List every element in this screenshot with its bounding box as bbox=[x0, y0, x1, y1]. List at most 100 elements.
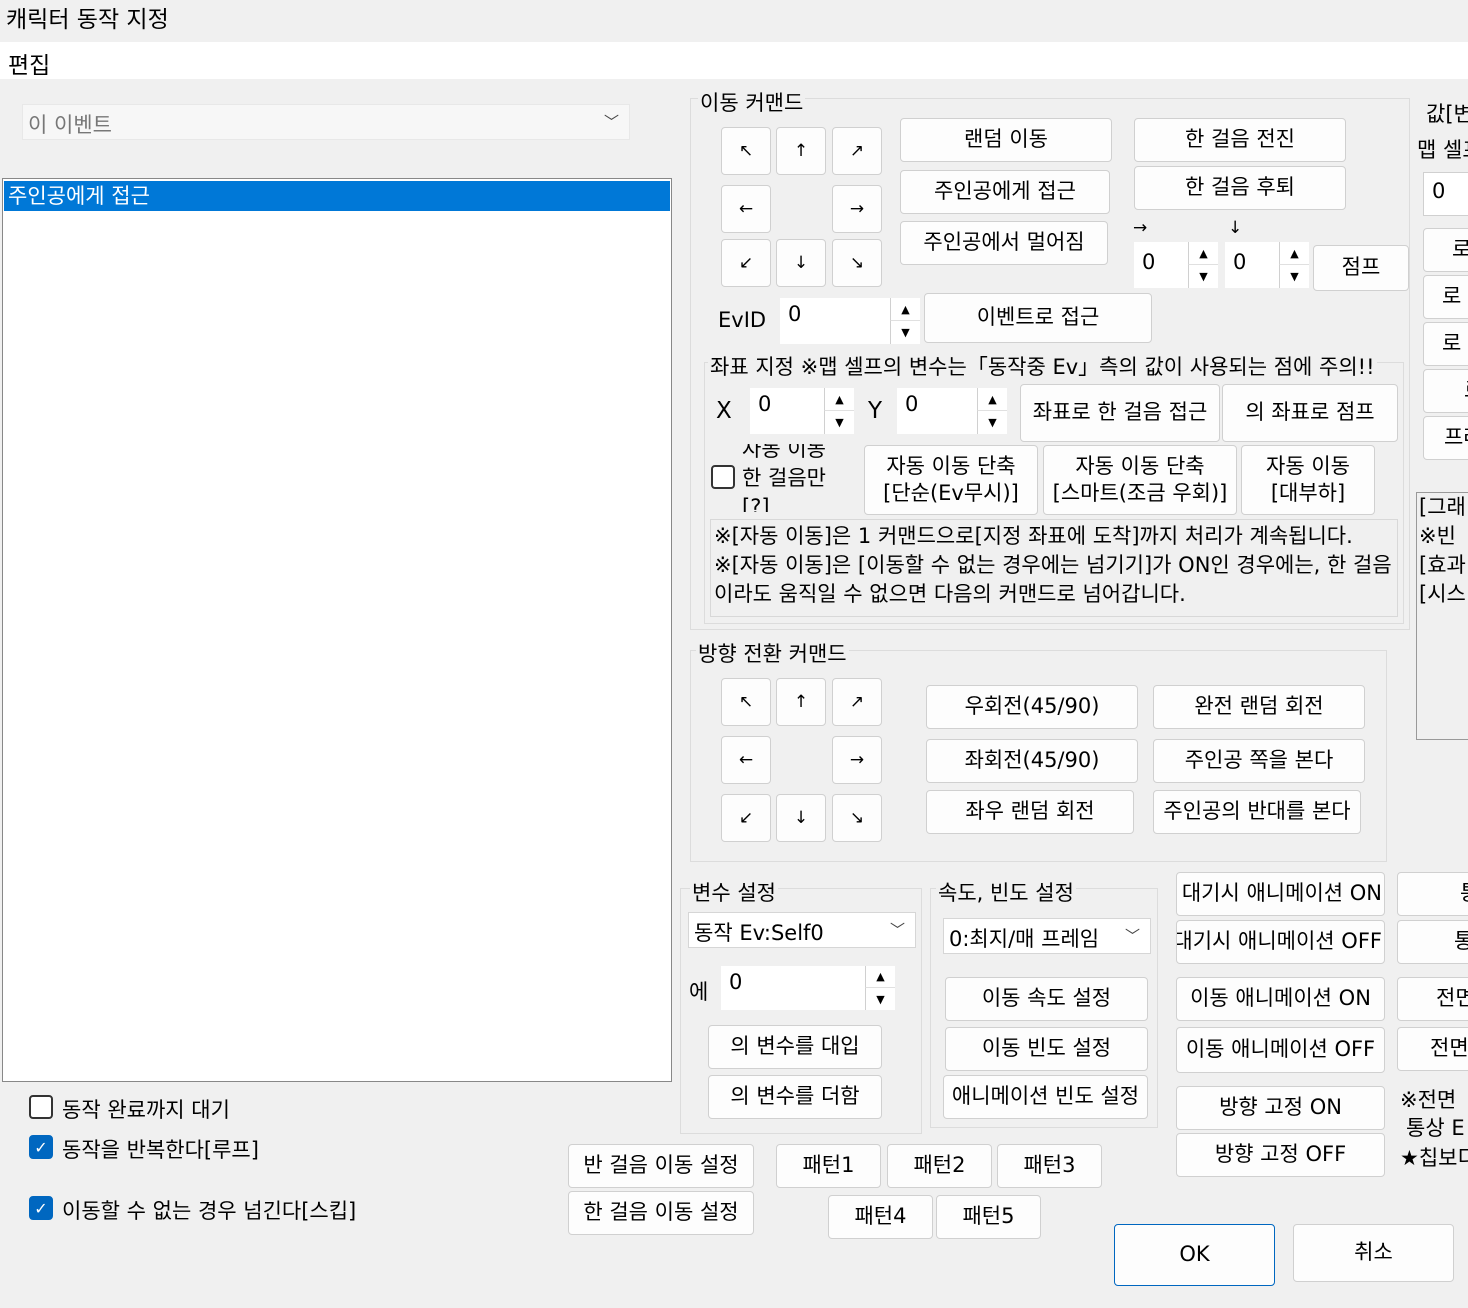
dir-fix-on-button[interactable]: 방향 고정 ON bbox=[1176, 1086, 1385, 1130]
turn-down-right-button[interactable]: ↘ bbox=[832, 794, 882, 842]
rotate-lr-random-button[interactable]: 좌우 랜덤 회전 bbox=[926, 790, 1134, 834]
pattern4-button[interactable]: 패턴4 bbox=[828, 1195, 933, 1239]
spin-up-icon[interactable]: ▲ bbox=[977, 388, 1007, 411]
skip-label: 이동할 수 없는 경우 넘긴다[스킵] bbox=[62, 1199, 357, 1223]
pattern1-button[interactable]: 패턴1 bbox=[776, 1144, 881, 1188]
menu-edit[interactable]: 편집 bbox=[8, 46, 50, 80]
right-button-1[interactable]: 로 bbox=[1423, 228, 1468, 272]
spin-down-icon[interactable]: ▼ bbox=[1188, 265, 1218, 288]
skip-checkbox[interactable]: ✓ bbox=[29, 1196, 53, 1220]
move-down-button[interactable]: ↓ bbox=[776, 239, 826, 287]
pattern5-button[interactable]: 패턴5 bbox=[936, 1195, 1041, 1239]
move-anim-off-button[interactable]: 이동 애니메이션 OFF bbox=[1176, 1027, 1385, 1073]
rotate-right-button[interactable]: 우회전(45/90) bbox=[926, 685, 1138, 729]
face-hero-button[interactable]: 주인공 쪽을 본다 bbox=[1153, 739, 1365, 783]
variable-target-select[interactable]: 동작 Ev:Self0 ﹀ bbox=[688, 912, 916, 948]
turn-up-left-button[interactable]: ↖ bbox=[721, 678, 771, 726]
step-forward-button[interactable]: 한 걸음 전진 bbox=[1134, 118, 1346, 162]
turn-down-button[interactable]: ↓ bbox=[776, 794, 826, 842]
approach-hero-button[interactable]: 주인공에게 접근 bbox=[900, 170, 1110, 214]
variable-at-label: 에 bbox=[689, 980, 709, 1004]
right-button-4[interactable]: 로 bbox=[1423, 369, 1468, 413]
cancel-button[interactable]: 취소 bbox=[1293, 1224, 1454, 1282]
step-backward-button[interactable]: 한 걸음 후퇴 bbox=[1134, 166, 1346, 210]
move-up-left-button[interactable]: ↖ bbox=[721, 127, 771, 175]
random-move-button[interactable]: 랜덤 이동 bbox=[900, 118, 1112, 162]
auto-simple-button[interactable]: 자동 이동 단축 [단순(Ev무시)] bbox=[864, 445, 1038, 515]
jump-to-coord-button[interactable]: 의 좌표로 점프 bbox=[1222, 384, 1398, 442]
spin-down-icon[interactable]: ▼ bbox=[977, 411, 1007, 434]
jump-button[interactable]: 점프 bbox=[1313, 245, 1409, 291]
spin-up-icon[interactable]: ▲ bbox=[865, 966, 895, 988]
move-up-button[interactable]: ↑ bbox=[776, 127, 826, 175]
move-up-right-button[interactable]: ↗ bbox=[832, 127, 882, 175]
variable-group-label: 변수 설정 bbox=[690, 877, 778, 907]
idle-anim-on-button[interactable]: 대기시 애니메이션 ON bbox=[1176, 872, 1385, 916]
spin-up-icon[interactable]: ▲ bbox=[824, 388, 854, 411]
jump-y-stepper[interactable]: 0 ▲ ▼ bbox=[1225, 242, 1309, 288]
right-front-2[interactable]: 전면 bbox=[1397, 1027, 1468, 1071]
right-toggle-2[interactable]: 통 bbox=[1397, 920, 1468, 964]
turn-left-button[interactable]: ← bbox=[721, 736, 771, 784]
right-button-2[interactable]: 로 bbox=[1423, 275, 1468, 319]
target-select-value: 이 이벤트 bbox=[28, 113, 112, 137]
spin-up-icon[interactable]: ▲ bbox=[1279, 242, 1309, 265]
jump-x-stepper[interactable]: 0 ▲ ▼ bbox=[1134, 242, 1218, 288]
spin-down-icon[interactable]: ▼ bbox=[1279, 265, 1309, 288]
turn-down-left-button[interactable]: ↙ bbox=[721, 794, 771, 842]
move-right-button[interactable]: → bbox=[832, 185, 882, 233]
turn-up-right-button[interactable]: ↗ bbox=[832, 678, 882, 726]
half-step-button[interactable]: 반 걸음 이동 설정 bbox=[568, 1144, 754, 1188]
right-button-5[interactable]: 프레 bbox=[1423, 416, 1468, 460]
move-anim-on-button[interactable]: 이동 애니메이션 ON bbox=[1176, 977, 1385, 1021]
set-frequency-button[interactable]: 이동 빈도 설정 bbox=[945, 1027, 1148, 1071]
variable-value-stepper[interactable]: 0 ▲ ▼ bbox=[721, 966, 895, 1010]
set-anim-frequency-button[interactable]: 애니메이션 빈도 설정 bbox=[943, 1075, 1148, 1119]
coord-y-stepper[interactable]: 0 ▲ ▼ bbox=[897, 388, 1007, 434]
move-down-right-button[interactable]: ↘ bbox=[832, 239, 882, 287]
evid-stepper[interactable]: 0 ▲ ▼ bbox=[780, 298, 920, 344]
wait-checkbox[interactable] bbox=[29, 1095, 53, 1119]
pattern3-button[interactable]: 패턴3 bbox=[997, 1144, 1102, 1188]
command-list[interactable]: 주인공에게 접근 bbox=[2, 178, 672, 1082]
spin-up-icon[interactable]: ▲ bbox=[890, 298, 920, 321]
auto-smart-button[interactable]: 자동 이동 단축 [스마트(조금 우회)] bbox=[1043, 445, 1237, 515]
variable-add-button[interactable]: 의 변수를 더함 bbox=[708, 1075, 882, 1119]
jump-x-arrow-icon: → bbox=[1133, 218, 1148, 238]
right-button-3[interactable]: 로 bbox=[1423, 322, 1468, 366]
turn-right-button[interactable]: → bbox=[832, 736, 882, 784]
pattern2-button[interactable]: 패턴2 bbox=[887, 1144, 992, 1188]
right-front-1[interactable]: 전면 bbox=[1397, 977, 1468, 1021]
move-left-button[interactable]: ← bbox=[721, 185, 771, 233]
wait-label: 동작 완료까지 대기 bbox=[62, 1098, 230, 1122]
variable-assign-button[interactable]: 의 변수를 대입 bbox=[708, 1025, 882, 1069]
full-step-button[interactable]: 한 걸음 이동 설정 bbox=[568, 1191, 754, 1235]
face-away-button[interactable]: 주인공의 반대를 본다 bbox=[1153, 790, 1361, 834]
set-speed-button[interactable]: 이동 속도 설정 bbox=[945, 977, 1148, 1021]
target-select[interactable]: 이 이벤트 ﹀ bbox=[22, 104, 630, 140]
speed-select[interactable]: 0:최지/매 프레임 ﹀ bbox=[943, 918, 1151, 954]
away-hero-button[interactable]: 주인공에서 멀어짐 bbox=[900, 221, 1108, 265]
ok-button[interactable]: OK bbox=[1114, 1224, 1275, 1286]
spin-up-icon[interactable]: ▲ bbox=[1188, 242, 1218, 265]
move-down-left-button[interactable]: ↙ bbox=[721, 239, 771, 287]
spin-down-icon[interactable]: ▼ bbox=[824, 411, 854, 434]
auto-heavy-button[interactable]: 자동 이동 [대부하] bbox=[1241, 445, 1375, 515]
rotate-left-button[interactable]: 좌회전(45/90) bbox=[926, 739, 1138, 783]
turn-up-button[interactable]: ↑ bbox=[776, 678, 826, 726]
rotate-random-button[interactable]: 완전 랜덤 회전 bbox=[1153, 685, 1365, 729]
coord-x-stepper[interactable]: 0 ▲ ▼ bbox=[750, 388, 854, 434]
right-note-2: 통상 E bbox=[1406, 1116, 1465, 1140]
right-value-input[interactable]: 0 bbox=[1423, 172, 1468, 216]
idle-anim-off-button[interactable]: 대기시 애니메이션 OFF bbox=[1176, 920, 1385, 964]
right-note-3: ★칩보디 bbox=[1400, 1146, 1468, 1170]
approach-event-button[interactable]: 이벤트로 접근 bbox=[924, 293, 1152, 343]
spin-down-icon[interactable]: ▼ bbox=[865, 988, 895, 1010]
spin-down-icon[interactable]: ▼ bbox=[890, 321, 920, 344]
loop-checkbox[interactable]: ✓ bbox=[29, 1135, 53, 1159]
auto-step-checkbox[interactable] bbox=[711, 465, 735, 489]
step-to-coord-button[interactable]: 좌표로 한 걸음 접근 bbox=[1020, 384, 1220, 442]
dir-fix-off-button[interactable]: 방향 고정 OFF bbox=[1176, 1133, 1385, 1177]
right-toggle-1[interactable]: 통 bbox=[1397, 872, 1468, 916]
list-item-selected[interactable]: 주인공에게 접근 bbox=[4, 181, 670, 211]
